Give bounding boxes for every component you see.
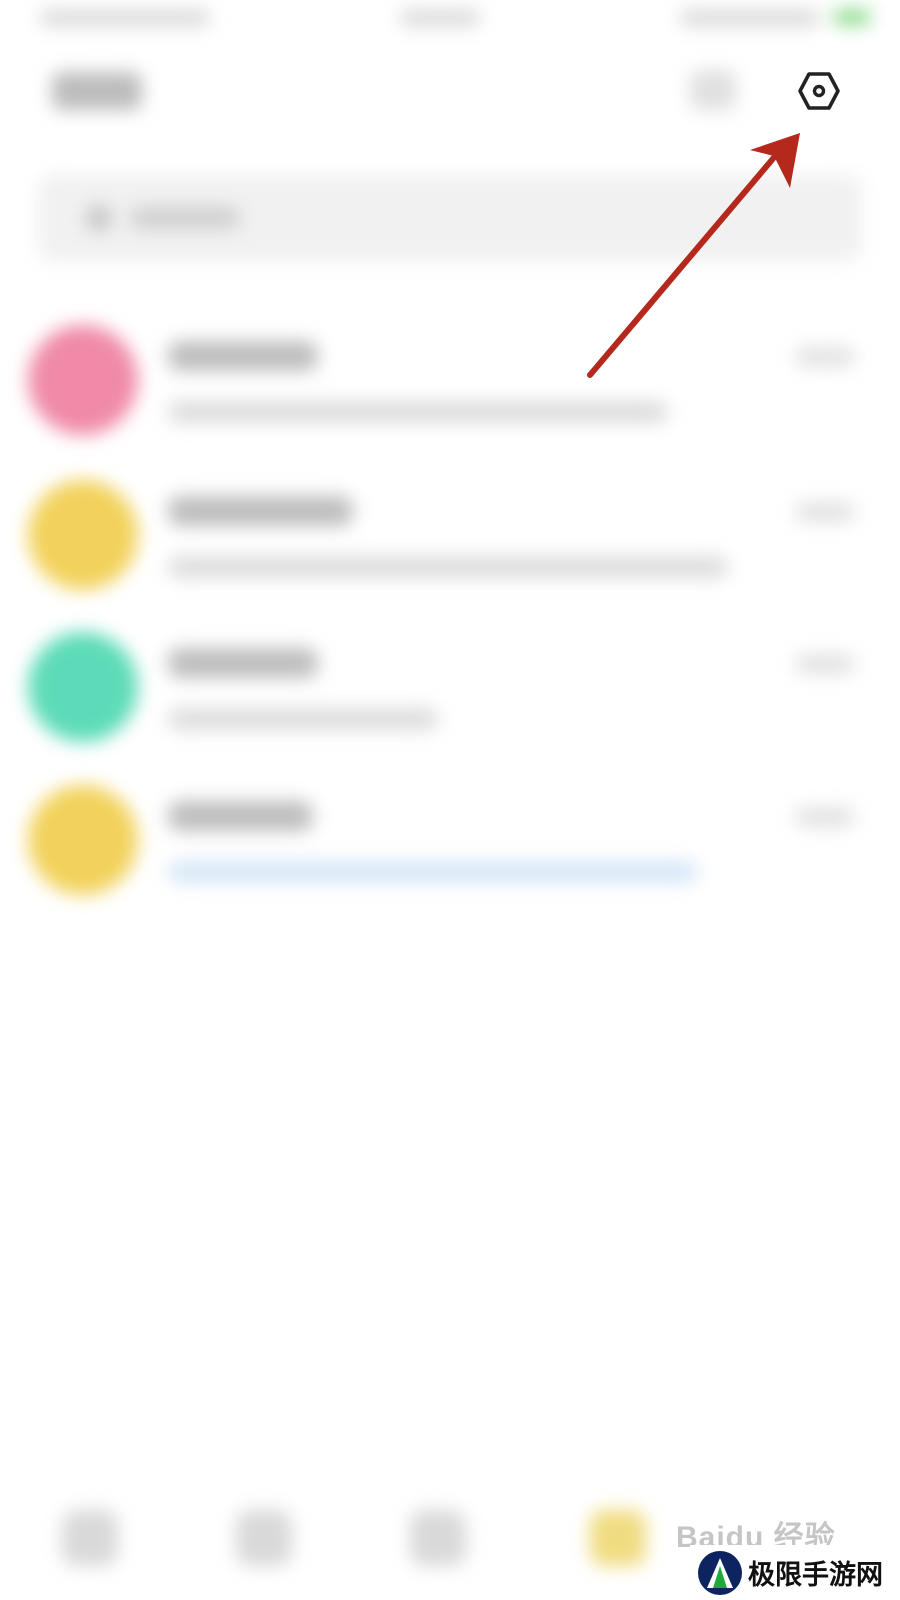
avatar: [28, 785, 138, 895]
settings-button[interactable]: [796, 68, 842, 114]
search-icon: [86, 205, 112, 231]
conversation-preview: [168, 861, 698, 883]
conversation-row[interactable]: [0, 612, 900, 762]
conversation-time: [795, 807, 855, 827]
battery-icon: [834, 10, 870, 24]
status-time: [400, 10, 480, 26]
site-name: 极限手游网: [748, 1560, 883, 1591]
search-placeholder: [130, 207, 240, 229]
conversation-name: [168, 648, 318, 678]
avatar: [28, 325, 138, 435]
conversation-row[interactable]: [0, 305, 900, 455]
conversation-preview: [168, 708, 438, 730]
status-carrier: [40, 10, 210, 26]
tab-contacts[interactable]: [236, 1510, 292, 1566]
search-input[interactable]: [38, 175, 862, 261]
add-icon[interactable]: [690, 70, 736, 110]
tab-me[interactable]: [590, 1510, 646, 1566]
tab-messages[interactable]: [62, 1510, 118, 1566]
conversation-row[interactable]: [0, 765, 900, 915]
page-title: [52, 72, 142, 110]
conversation-time: [795, 654, 855, 674]
site-logo-icon: [698, 1550, 742, 1595]
conversation-name: [168, 496, 353, 526]
conversation-name: [168, 801, 313, 831]
conversation-time: [795, 502, 855, 522]
site-watermark: 极限手游网: [690, 1545, 900, 1600]
conversation-preview: [168, 401, 668, 423]
conversation-row[interactable]: [0, 460, 900, 610]
conversation-time: [795, 347, 855, 367]
tab-discover[interactable]: [410, 1510, 466, 1566]
avatar: [28, 480, 138, 590]
avatar: [28, 632, 138, 742]
status-icons: [680, 10, 820, 26]
hexagon-settings-icon: [798, 72, 840, 110]
conversation-name: [168, 341, 318, 371]
status-bar: [0, 0, 900, 40]
conversation-preview: [168, 556, 728, 578]
